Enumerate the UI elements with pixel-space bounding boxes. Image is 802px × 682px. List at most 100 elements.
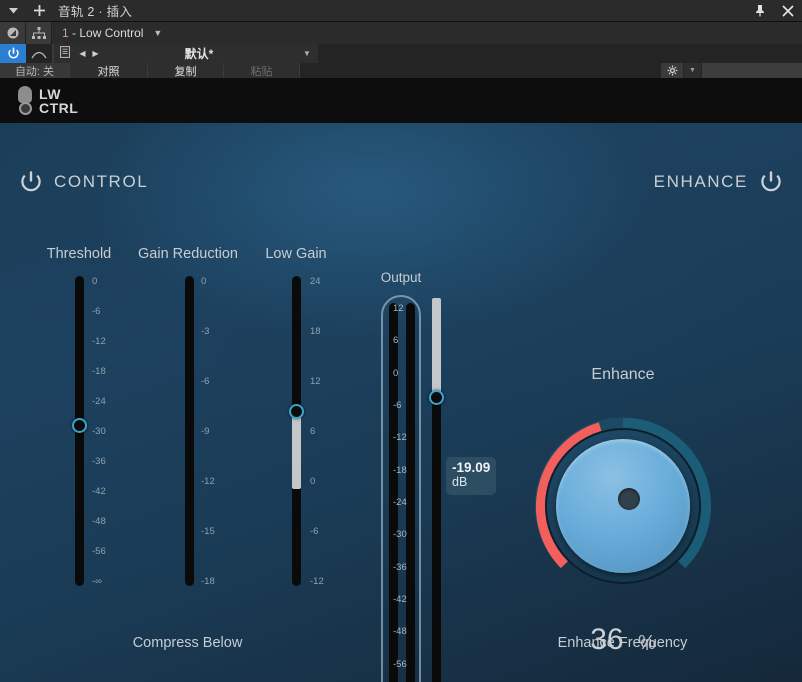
gear-dropdown-caret[interactable]: ▼ — [683, 63, 701, 78]
bypass-icon[interactable] — [0, 22, 26, 44]
brand-line-1: LW — [39, 85, 61, 102]
gain-reduction-meter — [185, 276, 194, 586]
compress-below-label: Compress Below — [132, 635, 243, 651]
scale-tick: 0 — [310, 476, 316, 487]
scale-tick: -3 — [201, 326, 210, 337]
scale-tick: -9 — [201, 426, 210, 437]
scale-tick: -30 — [393, 529, 407, 541]
scale-tick: 0 — [393, 367, 399, 379]
output-meter-right — [406, 303, 415, 682]
enhance-knob-label: Enhance — [591, 366, 655, 383]
low-gain-label: Low Gain — [265, 246, 327, 262]
scale-tick: 6 — [310, 426, 316, 437]
scale-tick: 24 — [310, 276, 321, 287]
enhance-knob-indicator — [618, 488, 640, 510]
output-fader-handle[interactable] — [429, 390, 444, 405]
scale-tick: -12 — [201, 476, 215, 487]
preset-dropdown-caret[interactable]: ▼ — [296, 49, 318, 58]
scale-tick: 0 — [92, 276, 98, 287]
host-titlebar: 音轨 2 · 插入 — [0, 0, 802, 22]
scale-tick: -42 — [393, 594, 407, 605]
scale-tick: -12 — [92, 336, 106, 347]
gear-icon[interactable] — [661, 63, 683, 78]
paste-button[interactable]: 粘贴 — [224, 63, 300, 78]
scale-tick: 6 — [393, 335, 399, 347]
preset-next-button[interactable]: ▶ — [89, 49, 102, 58]
output-readout-unit: dB — [452, 475, 468, 489]
host-preset-name: 默认* — [184, 47, 214, 61]
host-preset-row: ◀ ▶ 默认* ▼ — [0, 44, 802, 63]
scale-tick: -24 — [92, 396, 106, 407]
scale-tick: -48 — [393, 626, 407, 638]
output-readout-value: -19.09 — [452, 460, 491, 475]
plugin-ui: LW CTRL PRESETS ◁ ▷ BS — [0, 78, 802, 682]
enhance-knob-face[interactable] — [556, 439, 690, 573]
host-window-title: 音轨 2 · 插入 — [58, 5, 133, 19]
scale-tick: -12 — [393, 432, 407, 444]
control-power-icon[interactable] — [18, 169, 44, 195]
scale-tick: -18 — [92, 366, 106, 377]
host-slot-row: 1 - Low Control ▼ — [0, 22, 802, 44]
host-preset-selector[interactable]: ◀ ▶ 默认* ▼ — [53, 44, 318, 63]
scale-tick: 18 — [310, 326, 321, 337]
lw-pill-icon — [18, 85, 32, 116]
plugin-power-button[interactable] — [0, 44, 26, 63]
plugin-brand-logo: LW CTRL — [18, 85, 78, 116]
slot-dropdown-caret[interactable]: ▼ — [153, 28, 162, 38]
scale-tick: 12 — [310, 376, 321, 387]
automation-status[interactable]: 自动: 关 — [0, 63, 70, 78]
output-meter-shell — [381, 295, 421, 682]
scale-tick: -6 — [310, 526, 319, 537]
pin-icon[interactable] — [746, 0, 774, 22]
scale-tick: -15 — [201, 526, 215, 537]
scale-tick: 0 — [201, 276, 207, 287]
host-action-row: 自动: 关 对照 复制 粘贴 ▼ — [0, 63, 802, 78]
scale-tick: -6 — [92, 306, 101, 317]
control-section-header: CONTROL — [18, 169, 148, 195]
slot-label: Low Control — [79, 26, 144, 40]
scale-tick: -36 — [92, 456, 106, 467]
scale-tick: -6 — [393, 400, 402, 411]
output-readout: -19.09 dB — [446, 457, 496, 495]
curve-icon[interactable] — [26, 44, 52, 63]
scale-tick: -12 — [310, 576, 324, 587]
enhance-power-icon[interactable] — [758, 169, 784, 195]
enhance-knob[interactable] — [523, 406, 723, 606]
threshold-slider-handle[interactable] — [72, 418, 87, 433]
scale-tick: -30 — [92, 426, 106, 437]
triangle-down-icon[interactable] — [0, 0, 26, 22]
scale-tick: -18 — [393, 464, 407, 476]
plugin-header: LW CTRL — [0, 78, 802, 123]
scale-tick: -6 — [201, 376, 210, 387]
scale-tick: -56 — [92, 546, 106, 557]
plugin-window: 音轨 2 · 插入 1 - Low Control ▼ ◀ ▶ 默认* ▼ 自动… — [0, 0, 802, 682]
scale-tick: 12 — [393, 303, 404, 314]
enhance-frequency-label: Enhance Frequency — [557, 635, 688, 651]
routing-icon[interactable] — [26, 22, 52, 44]
scale-tick: -48 — [92, 516, 106, 527]
low-gain-slider-handle[interactable] — [289, 404, 304, 419]
scale-tick: -18 — [201, 576, 215, 587]
control-section-label: CONTROL — [54, 172, 149, 191]
scale-tick: -56 — [393, 658, 407, 670]
output-fader-fill — [432, 298, 441, 396]
enhance-section-header: ENHANCE — [654, 169, 784, 195]
plus-icon[interactable] — [26, 0, 52, 22]
scale-tick: -∞ — [92, 576, 102, 587]
compare-button[interactable]: 对照 — [70, 63, 148, 78]
low-gain-fill — [292, 411, 301, 489]
scale-tick: -24 — [393, 497, 407, 508]
plugin-slot-name[interactable]: 1 - Low Control — [62, 26, 143, 40]
slot-separator: - — [72, 26, 77, 40]
document-icon[interactable] — [54, 46, 76, 61]
copy-button[interactable]: 复制 — [148, 63, 224, 78]
enhance-section-label: ENHANCE — [653, 172, 748, 191]
slot-number: 1 — [62, 26, 69, 40]
preset-prev-button[interactable]: ◀ — [76, 49, 89, 58]
scale-tick: -36 — [393, 561, 407, 573]
output-label: Output — [380, 270, 422, 285]
host-toolbar-blank — [702, 63, 802, 78]
scale-tick: -42 — [92, 486, 106, 497]
plugin-body: CONTROL ENHANCE Output Threshold 0 -6 -12-… — [0, 123, 802, 682]
close-icon[interactable] — [774, 0, 802, 22]
